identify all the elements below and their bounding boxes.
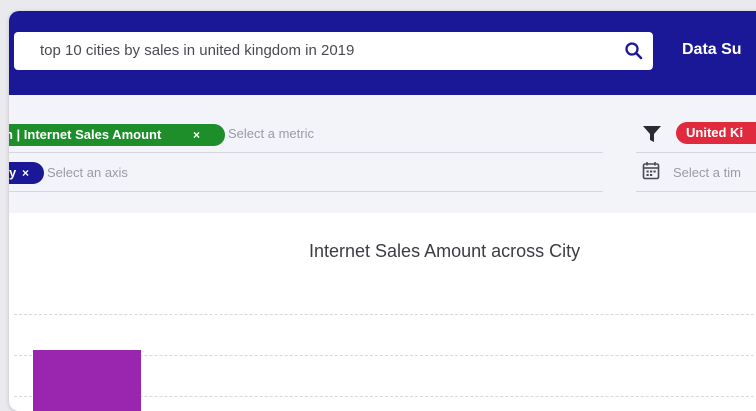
calendar-icon[interactable] xyxy=(642,161,660,180)
axis-placeholder[interactable]: Select an axis xyxy=(47,165,128,180)
axis-chip-close-icon[interactable]: × xyxy=(22,162,29,184)
chart-gridline xyxy=(14,314,756,315)
axis-chip-label: y xyxy=(9,165,17,180)
filter-underline xyxy=(636,152,756,153)
metric-chip[interactable]: n | Internet Sales Amount × xyxy=(9,124,225,146)
metric-chip-label: n | Internet Sales Amount xyxy=(9,127,162,142)
app-card: top 10 cities by sales in united kingdom… xyxy=(9,11,756,411)
country-filter-label: United Ki xyxy=(686,125,744,140)
axis-underline xyxy=(9,191,603,192)
search-query[interactable]: top 10 cities by sales in united kingdom… xyxy=(40,42,354,59)
header-title: Data Su xyxy=(682,41,742,58)
header-bar: top 10 cities by sales in united kingdom… xyxy=(9,11,756,95)
axis-chip[interactable]: y × xyxy=(9,162,44,184)
metric-chip-close-icon[interactable]: × xyxy=(193,124,200,146)
search-icon[interactable] xyxy=(624,41,644,61)
metric-placeholder[interactable]: Select a metric xyxy=(228,126,314,141)
time-placeholder[interactable]: Select a tim xyxy=(673,165,741,180)
chart-title: Internet Sales Amount across City xyxy=(309,241,581,261)
filter-icon[interactable] xyxy=(642,125,662,143)
chart-bar[interactable] xyxy=(33,350,141,411)
metric-underline xyxy=(9,152,603,153)
search-box[interactable]: top 10 cities by sales in united kingdom… xyxy=(14,32,653,70)
country-filter-chip[interactable]: United Ki xyxy=(676,122,756,144)
time-underline xyxy=(636,191,756,192)
query-controls: n | Internet Sales Amount × Select a met… xyxy=(9,95,756,213)
